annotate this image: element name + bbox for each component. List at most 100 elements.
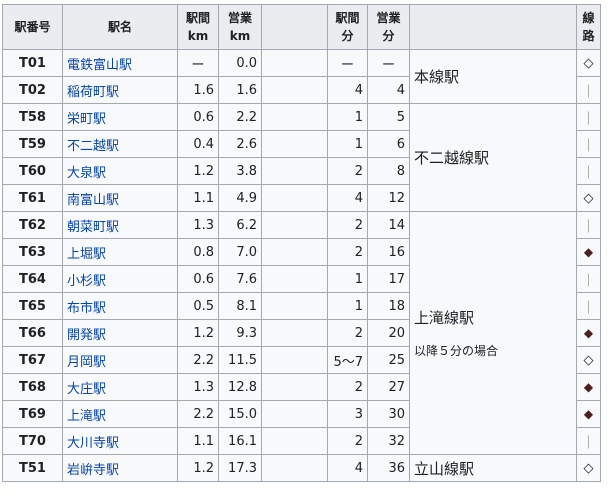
line-symbol: ｜ bbox=[576, 76, 601, 104]
filled-diamond-icon: ◆ bbox=[583, 325, 594, 340]
header-note bbox=[409, 4, 577, 50]
time-total: 18 bbox=[367, 292, 410, 320]
distance-between: 0.5 bbox=[177, 292, 219, 320]
spacer-cell bbox=[261, 184, 328, 212]
hollow-diamond-icon: ◇ bbox=[583, 460, 594, 476]
distance-between: 0.6 bbox=[177, 103, 219, 131]
spacer-cell bbox=[261, 319, 328, 347]
distance-total: 17.3 bbox=[218, 454, 262, 482]
distance-total: 2.2 bbox=[218, 103, 262, 131]
distance-total: 12.8 bbox=[218, 373, 262, 401]
station-name: 不二越駅 bbox=[62, 130, 178, 158]
distance-between: 0.8 bbox=[177, 238, 219, 266]
time-total: 32 bbox=[367, 427, 410, 455]
line-symbol: ◇ bbox=[576, 49, 601, 77]
distance-total: 1.6 bbox=[218, 76, 262, 104]
station-link[interactable]: 電鉄富山駅 bbox=[67, 58, 132, 73]
distance-total: 2.6 bbox=[218, 130, 262, 158]
distance-total: 6.2 bbox=[218, 211, 262, 239]
line-symbol: ◇ bbox=[576, 184, 601, 212]
station-link[interactable]: 南富山駅 bbox=[67, 193, 119, 208]
time-total: 5 bbox=[367, 103, 410, 131]
station-link[interactable]: 大川寺駅 bbox=[67, 436, 119, 451]
table-row: T58 栄町駅 0.6 2.2 1 5 不二越線駅 ｜ bbox=[2, 103, 601, 212]
line-symbol: ｜ bbox=[576, 265, 601, 293]
line-bar-icon: ｜ bbox=[581, 138, 595, 154]
distance-total: 7.6 bbox=[218, 265, 262, 293]
station-name: 上堀駅 bbox=[62, 238, 178, 266]
filled-diamond-icon: ◆ bbox=[583, 379, 594, 394]
header-code: 駅番号 bbox=[2, 4, 63, 50]
time-between: 5～7 bbox=[327, 346, 368, 374]
time-between: 2 bbox=[327, 427, 368, 455]
spacer-cell bbox=[261, 157, 328, 185]
line-symbol: ◆ bbox=[576, 400, 601, 428]
table-row: T62 朝菜町駅 1.3 6.2 2 14 上滝線駅 以降５分の場合｜ bbox=[2, 211, 601, 455]
station-link[interactable]: 不二越駅 bbox=[67, 139, 119, 154]
line-note: 不二越線駅 bbox=[409, 103, 577, 212]
time-between: 2 bbox=[327, 157, 368, 185]
line-symbol: ◆ bbox=[576, 373, 601, 401]
line-bar-icon: ｜ bbox=[581, 273, 595, 289]
spacer-cell bbox=[261, 427, 328, 455]
time-total: 14 bbox=[367, 211, 410, 239]
time-between: 2 bbox=[327, 211, 368, 239]
spacer-cell bbox=[261, 103, 328, 131]
time-between: 1 bbox=[327, 265, 368, 293]
time-total: 6 bbox=[367, 130, 410, 158]
station-link[interactable]: 小杉駅 bbox=[67, 274, 106, 289]
station-code: T66 bbox=[2, 319, 63, 347]
time-total: 16 bbox=[367, 238, 410, 266]
time-total: ー bbox=[367, 49, 410, 77]
station-name: 小杉駅 bbox=[62, 265, 178, 293]
station-link[interactable]: 稲荷町駅 bbox=[67, 85, 119, 100]
distance-total: 16.1 bbox=[218, 427, 262, 455]
distance-between: 1.3 bbox=[177, 373, 219, 401]
header-line: 線路 bbox=[576, 4, 601, 50]
line-symbol: ◇ bbox=[576, 454, 601, 482]
table-row: T51 岩峅寺駅 1.2 17.3 4 36 立山線駅 ◇ bbox=[2, 454, 601, 482]
header-dist-between: 駅間 km bbox=[177, 4, 219, 50]
time-total: 30 bbox=[367, 400, 410, 428]
station-link[interactable]: 月岡駅 bbox=[67, 355, 106, 370]
station-name: 大泉駅 bbox=[62, 157, 178, 185]
table-row: T01 電鉄富山駅ー 0.0 ーー本線駅 ◇ bbox=[2, 49, 601, 104]
line-symbol: ｜ bbox=[576, 103, 601, 131]
time-total: 25 bbox=[367, 346, 410, 374]
spacer-cell bbox=[261, 400, 328, 428]
station-name: 開発駅 bbox=[62, 319, 178, 347]
spacer-cell bbox=[261, 346, 328, 374]
station-name: 電鉄富山駅 bbox=[62, 49, 178, 77]
station-name: 岩峅寺駅 bbox=[62, 454, 178, 482]
station-link[interactable]: 岩峅寺駅 bbox=[67, 463, 119, 478]
station-code: T01 bbox=[2, 49, 63, 77]
station-link[interactable]: 布市駅 bbox=[67, 301, 106, 316]
station-link[interactable]: 栄町駅 bbox=[67, 112, 106, 127]
filled-diamond-icon: ◆ bbox=[583, 406, 594, 421]
time-between: 1 bbox=[327, 103, 368, 131]
time-between: ー bbox=[327, 49, 368, 77]
distance-total: 4.9 bbox=[218, 184, 262, 212]
station-link[interactable]: 上堀駅 bbox=[67, 247, 106, 262]
spacer-cell bbox=[261, 265, 328, 293]
time-between: 4 bbox=[327, 76, 368, 104]
station-code: T61 bbox=[2, 184, 63, 212]
spacer-cell bbox=[261, 49, 328, 77]
station-name: 栄町駅 bbox=[62, 103, 178, 131]
station-code: T69 bbox=[2, 400, 63, 428]
station-link[interactable]: 大庄駅 bbox=[67, 382, 106, 397]
line-note-label: 不二越線駅 bbox=[414, 149, 490, 167]
station-code: T51 bbox=[2, 454, 63, 482]
station-link[interactable]: 開発駅 bbox=[67, 328, 106, 343]
station-link[interactable]: 朝菜町駅 bbox=[67, 220, 119, 235]
station-name: 布市駅 bbox=[62, 292, 178, 320]
station-name: 朝菜町駅 bbox=[62, 211, 178, 239]
line-bar-icon: ｜ bbox=[581, 300, 595, 316]
line-symbol: ◇ bbox=[576, 346, 601, 374]
distance-between: 0.4 bbox=[177, 130, 219, 158]
station-link[interactable]: 大泉駅 bbox=[67, 166, 106, 181]
station-table: 駅番号 駅名 駅間 km 営業 km 駅間分 営業分 線路 T01 電鉄富山駅ー 0.0… bbox=[2, 4, 601, 482]
station-link[interactable]: 上滝駅 bbox=[67, 409, 106, 424]
distance-total: 8.1 bbox=[218, 292, 262, 320]
time-total: 8 bbox=[367, 157, 410, 185]
